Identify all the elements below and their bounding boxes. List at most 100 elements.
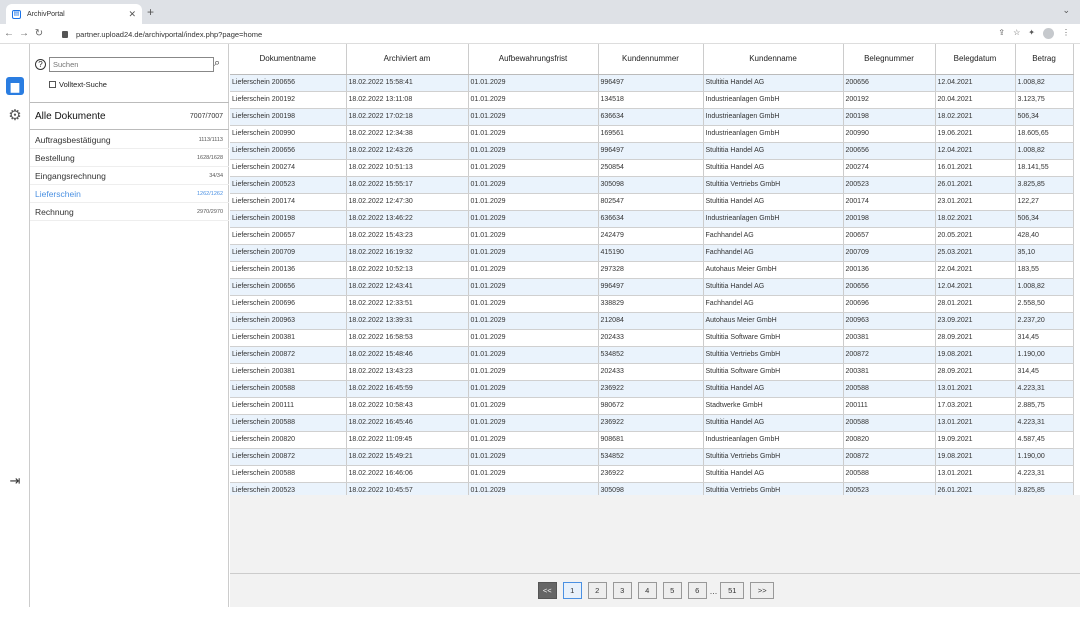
table-cell: 996497 [598, 142, 704, 160]
table-cell: Lieferschein 200192 [230, 91, 347, 109]
table-cell: 314,45 [1015, 363, 1074, 381]
table-cell: 18.02.2022 11:09:45 [346, 431, 469, 449]
table-cell: 01.01.2029 [468, 414, 599, 432]
column-header[interactable]: Belegdatum [935, 44, 1016, 75]
table-cell: 4.223,31 [1015, 465, 1074, 483]
pagination-last-page-button[interactable]: 51 [720, 582, 745, 599]
table-cell: 200136 [843, 261, 936, 279]
table-row[interactable]: Lieferschein 200963 18.02.2022 13:39:31 01… [230, 312, 1074, 330]
table-row[interactable]: Lieferschein 200656 18.02.2022 12:43:41 01… [230, 278, 1074, 296]
column-header[interactable]: Betrag [1015, 44, 1074, 75]
table-cell: 1.190,00 [1015, 346, 1074, 364]
pagination-ellipsis: ... [709, 585, 718, 596]
search-input[interactable] [49, 57, 214, 72]
column-header[interactable]: Archiviert am [346, 44, 469, 75]
table-row[interactable]: Lieferschein 200656 18.02.2022 12:43:26 01… [230, 142, 1074, 160]
category-bestellung[interactable]: Bestellung 1628/1628 [30, 149, 229, 167]
close-tab-icon[interactable]: ✕ [128, 9, 136, 20]
column-header[interactable]: Kundenname [703, 44, 844, 75]
table-row[interactable]: Lieferschein 200136 18.02.2022 10:52:13 01… [230, 261, 1074, 279]
table-cell: 3.123,75 [1015, 91, 1074, 109]
table-cell: 20.04.2021 [935, 91, 1016, 109]
category-count: 1113/1113 [198, 136, 223, 143]
table-cell: 18.02.2021 [935, 108, 1016, 126]
new-tab-icon[interactable]: + [147, 5, 154, 19]
table-cell: Industrieanlagen GmbH [703, 108, 844, 126]
table-cell: 17.03.2021 [935, 397, 1016, 415]
table-cell: 18.02.2022 15:43:23 [346, 227, 469, 245]
table-cell: 20.05.2021 [935, 227, 1016, 245]
table-cell: Stultitia Handel AG [703, 380, 844, 398]
logout-icon[interactable]: ⇥ [6, 472, 24, 490]
reload-icon[interactable]: ↻ [33, 28, 45, 39]
column-header[interactable]: Belegnummer [843, 44, 936, 75]
category-lieferschein[interactable]: Lieferschein 1262/1262 [30, 185, 229, 203]
table-row[interactable]: Lieferschein 200872 18.02.2022 15:48:46 01… [230, 346, 1074, 364]
table-cell: 01.01.2029 [468, 108, 599, 126]
pagination-prev-button[interactable]: << [537, 582, 557, 599]
forward-icon[interactable]: → [18, 28, 30, 39]
table-cell: 18.02.2022 13:11:08 [346, 91, 469, 109]
browser-tab[interactable]: ▤ ArchivPortal ✕ [6, 4, 142, 24]
table-cell: Industrieanlagen GmbH [703, 431, 844, 449]
table-cell: Lieferschein 200588 [230, 380, 347, 398]
column-header[interactable]: Kundennummer [598, 44, 704, 75]
category-all-documents[interactable]: Alle Dokumente 7007/7007 [30, 102, 229, 130]
address-bar[interactable]: partner.upload24.de/archivportal/index.p… [62, 27, 982, 41]
pagination-page-button[interactable]: 1 [562, 582, 582, 599]
documents-icon[interactable]: ▆ [6, 77, 24, 95]
category-rechnung[interactable]: Rechnung 2970/2970 [30, 203, 229, 221]
category-eingangsrechnung[interactable]: Eingangsrechnung 34/34 [30, 167, 229, 185]
pagination-page-button[interactable]: 4 [637, 582, 657, 599]
table-row[interactable]: Lieferschein 200657 18.02.2022 15:43:23 01… [230, 227, 1074, 245]
table-cell: Fachhandel AG [703, 244, 844, 262]
table-row[interactable]: Lieferschein 200588 18.02.2022 16:45:46 01… [230, 414, 1074, 432]
table-row[interactable]: Lieferschein 200820 18.02.2022 11:09:45 01… [230, 431, 1074, 449]
table-cell: 18.02.2022 12:47:30 [346, 193, 469, 211]
category-auftragsbestaetigung[interactable]: Auftragsbestätigung 1113/1113 [30, 131, 229, 149]
table-row[interactable]: Lieferschein 200709 18.02.2022 16:19:32 01… [230, 244, 1074, 262]
search-icon[interactable]: ⌕ [214, 57, 220, 70]
table-row[interactable]: Lieferschein 200198 18.02.2022 13:46:22 01… [230, 210, 1074, 228]
gear-icon[interactable]: ⚙ [6, 106, 24, 124]
table-row[interactable]: Lieferschein 200381 18.02.2022 16:58:53 01… [230, 329, 1074, 347]
table-row[interactable]: Lieferschein 200872 18.02.2022 15:49:21 01… [230, 448, 1074, 466]
table-row[interactable]: Lieferschein 200696 18.02.2022 12:33:51 01… [230, 295, 1074, 313]
table-row[interactable]: Lieferschein 200192 18.02.2022 13:11:08 01… [230, 91, 1074, 109]
help-icon[interactable]: ? [35, 59, 46, 70]
table-row[interactable]: Lieferschein 200274 18.02.2022 10:51:13 01… [230, 159, 1074, 177]
bookmark-star-icon[interactable]: ☆ [1013, 28, 1020, 39]
fulltext-search-toggle[interactable]: Volltext-Suche [49, 80, 107, 89]
table-row[interactable]: Lieferschein 200656 18.02.2022 15:58:41 01… [230, 74, 1074, 92]
pagination-page-button[interactable]: 5 [662, 582, 682, 599]
tab-search-chevron-icon[interactable]: ⌄ [1062, 5, 1070, 16]
table-cell: 01.01.2029 [468, 312, 599, 330]
table-cell: 183,55 [1015, 261, 1074, 279]
pagination-page-button[interactable]: 6 [687, 582, 707, 599]
table-cell: Lieferschein 200198 [230, 210, 347, 228]
table-cell: Lieferschein 200872 [230, 448, 347, 466]
table-cell: 28.01.2021 [935, 295, 1016, 313]
table-row[interactable]: Lieferschein 200523 18.02.2022 15:55:17 01… [230, 176, 1074, 194]
menu-kebab-icon[interactable]: ⋮ [1062, 28, 1070, 39]
pagination-page-button[interactable]: 2 [587, 582, 607, 599]
table-row[interactable]: Lieferschein 200174 18.02.2022 12:47:30 01… [230, 193, 1074, 211]
pagination-page-button[interactable]: 3 [612, 582, 632, 599]
table-cell: 200588 [843, 380, 936, 398]
table-row[interactable]: Lieferschein 200990 18.02.2022 12:34:38 01… [230, 125, 1074, 143]
back-icon[interactable]: ← [3, 28, 15, 39]
table-cell: 01.01.2029 [468, 142, 599, 160]
profile-avatar[interactable] [1043, 28, 1054, 39]
table-row[interactable]: Lieferschein 200198 18.02.2022 17:02:18 01… [230, 108, 1074, 126]
table-row[interactable]: Lieferschein 200588 18.02.2022 16:45:59 01… [230, 380, 1074, 398]
extensions-icon[interactable]: ✦ [1028, 28, 1035, 39]
fulltext-checkbox[interactable] [49, 81, 56, 88]
pagination-next-button[interactable]: >> [750, 582, 775, 599]
table-row[interactable]: Lieferschein 200381 18.02.2022 13:43:23 01… [230, 363, 1074, 381]
column-header[interactable]: Dokumentname [230, 44, 347, 75]
table-row[interactable]: Lieferschein 200111 18.02.2022 10:58:43 01… [230, 397, 1074, 415]
table-cell: 534852 [598, 346, 704, 364]
share-icon[interactable]: ⇪ [998, 28, 1005, 39]
column-header[interactable]: Aufbewahrungsfrist [468, 44, 599, 75]
table-row[interactable]: Lieferschein 200588 18.02.2022 16:46:06 01… [230, 465, 1074, 483]
